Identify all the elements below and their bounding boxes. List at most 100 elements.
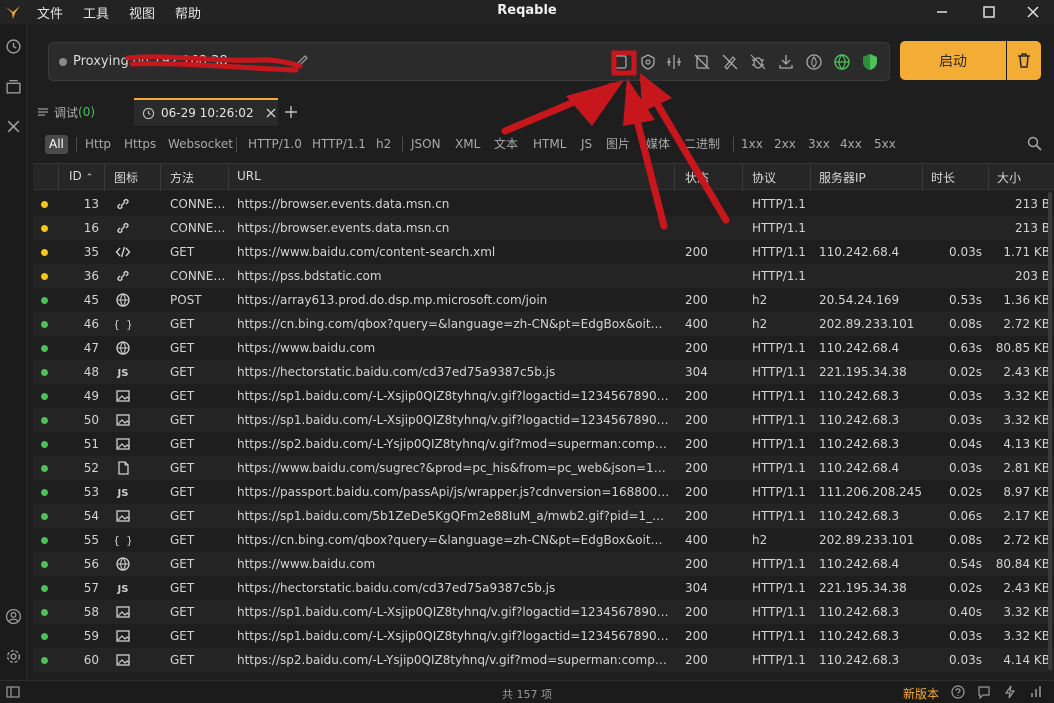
filter-5xx[interactable]: 5xx	[870, 135, 900, 154]
settings-icon[interactable]	[5, 648, 22, 665]
cell-duration: 0.06s	[949, 509, 982, 523]
table-row[interactable]: 49 GET https://sp1.baidu.com/-L-Xsjip0QIZ8…	[33, 384, 1054, 408]
filter-https[interactable]: Https	[120, 135, 160, 154]
filter-http[interactable]: Http	[81, 135, 115, 154]
table-row[interactable]: 48 JS GET https://hectorstatic.baidu.com/cd…	[33, 360, 1054, 384]
minimize-button[interactable]	[920, 2, 964, 22]
cell-status: 200	[685, 461, 708, 475]
filter-xml[interactable]: XML	[451, 135, 484, 154]
no-cache-icon[interactable]	[693, 53, 711, 71]
table-row[interactable]: 47 GET https://www.baidu.com 200 HTTP/1.1 110…	[33, 336, 1054, 360]
filter-json[interactable]: JSON	[407, 135, 445, 154]
tools-icon[interactable]	[5, 118, 22, 135]
column-icon[interactable]: 图标	[114, 169, 138, 186]
shield-icon[interactable]	[861, 53, 879, 71]
table-row[interactable]: 59 GET https://sp1.baidu.com/-L-Xsjip0QIZ8…	[33, 624, 1054, 648]
cell-method: GET	[170, 653, 195, 667]
tab-session[interactable]: 06-29 10:26:02	[134, 98, 278, 126]
lightning-icon[interactable]	[1003, 685, 1017, 699]
add-tab-button[interactable]	[285, 98, 297, 126]
search-icon[interactable]	[1027, 136, 1042, 151]
filter-2xx[interactable]: 2xx	[770, 135, 800, 154]
table-scrollbar[interactable]	[1048, 192, 1052, 670]
table-row[interactable]: 52 GET https://www.baidu.com/sugrec?&prod=…	[33, 456, 1054, 480]
feedback-icon[interactable]	[977, 685, 991, 699]
request-state-dot	[41, 441, 48, 448]
table-row[interactable]: 13 CONNECT https://browser.events.data.msn…	[33, 192, 1054, 216]
close-button[interactable]	[1011, 2, 1054, 22]
download-icon[interactable]	[777, 53, 795, 71]
tab-close-icon[interactable]	[266, 108, 276, 118]
table-row[interactable]: 56 GET https://www.baidu.com 200 HTTP/1.1 110…	[33, 552, 1054, 576]
filter-text[interactable]: 文本	[490, 135, 522, 154]
column-protocol[interactable]: 协议	[752, 169, 776, 186]
tab-debug-count: (0)	[78, 105, 96, 119]
cell-id: 16	[83, 221, 99, 235]
cell-duration: 0.08s	[949, 317, 982, 331]
column-server-ip[interactable]: 服务器IP	[819, 169, 866, 186]
table-row[interactable]: 46 { } GET https://cn.bing.com/qbox?query=&…	[33, 312, 1054, 336]
table-row[interactable]: 45 POST https://array613.prod.do.dsp.mp.mi…	[33, 288, 1054, 312]
cell-size: 2.72 KB	[1003, 317, 1050, 331]
filter-all[interactable]: All	[45, 135, 68, 154]
maximize-button[interactable]	[967, 2, 1011, 22]
table-row[interactable]: 58 GET https://sp1.baidu.com/-L-Xsjip0QIZ8…	[33, 600, 1054, 624]
tab-debug[interactable]: 调试 (0)	[36, 98, 95, 126]
capture-toggle-icon[interactable]	[611, 53, 629, 71]
account-icon[interactable]	[5, 608, 22, 625]
filter-js[interactable]: JS	[577, 135, 596, 154]
column-method[interactable]: 方法	[170, 169, 194, 186]
filter-binary[interactable]: 二进制	[680, 135, 724, 154]
table-row[interactable]: 16 CONNECT https://browser.events.data.msn…	[33, 216, 1054, 240]
cell-status: 304	[685, 581, 708, 595]
filter-image[interactable]: 图片	[602, 135, 634, 154]
rewrite-off-icon[interactable]	[721, 53, 739, 71]
cell-status: 400	[685, 317, 708, 331]
table-row[interactable]: 50 GET https://sp1.baidu.com/-L-Xsjip0QIZ8…	[33, 408, 1054, 432]
cell-status: 200	[685, 557, 708, 571]
network-icon[interactable]	[1029, 685, 1043, 699]
filter-websocket[interactable]: Websocket	[164, 135, 237, 154]
table-row[interactable]: 53 JS GET https://passport.baidu.com/passAp…	[33, 480, 1054, 504]
history-icon[interactable]	[5, 38, 22, 55]
table-row[interactable]: 54 GET https://sp1.baidu.com/5b1ZeDe5KgQFm…	[33, 504, 1054, 528]
breakpoint-icon[interactable]	[665, 53, 683, 71]
link-icon	[117, 222, 129, 234]
script-off-icon[interactable]	[749, 53, 767, 71]
cell-duration: 0.08s	[949, 533, 982, 547]
table-row[interactable]: 60 GET https://sp2.baidu.com/-L-Ysjip0QIZ8…	[33, 648, 1054, 672]
cell-server-ip: 221.195.34.38	[819, 581, 907, 595]
cell-server-ip: 110.242.68.4	[819, 557, 900, 571]
throttle-icon[interactable]	[805, 53, 823, 71]
ssl-icon[interactable]	[639, 53, 657, 71]
help-icon[interactable]	[951, 685, 965, 699]
column-url[interactable]: URL	[237, 169, 261, 183]
filter-3xx[interactable]: 3xx	[804, 135, 834, 154]
start-button[interactable]: 启动	[900, 41, 1006, 80]
filter-h2[interactable]: h2	[372, 135, 395, 154]
cell-size: 3.32 KB	[1003, 629, 1050, 643]
filter-http10[interactable]: HTTP/1.0	[244, 135, 306, 154]
filter-http11[interactable]: HTTP/1.1	[308, 135, 370, 154]
filter-html[interactable]: HTML	[529, 135, 570, 154]
filter-4xx[interactable]: 4xx	[836, 135, 866, 154]
table-row[interactable]: 51 GET https://sp2.baidu.com/-L-Ysjip0QIZ8…	[33, 432, 1054, 456]
new-version-link[interactable]: 新版本	[903, 685, 939, 702]
table-row[interactable]: 36 CONNECT https://pss.bdstatic.com HTTP/1.…	[33, 264, 1054, 288]
network-globe-icon[interactable]	[833, 53, 851, 71]
cell-status: 200	[685, 413, 708, 427]
archive-icon[interactable]	[5, 78, 22, 95]
table-row[interactable]: 35 GET https://www.baidu.com/content-searc…	[33, 240, 1054, 264]
filter-media[interactable]: 媒体	[642, 135, 674, 154]
clear-button[interactable]	[1007, 41, 1041, 80]
column-duration[interactable]: 时长	[931, 169, 955, 186]
column-id[interactable]: ID ⌃	[69, 169, 93, 183]
cell-id: 59	[83, 629, 99, 643]
table-row[interactable]: 57 JS GET https://hectorstatic.baidu.com/cd…	[33, 576, 1054, 600]
edit-icon[interactable]	[295, 54, 309, 68]
filter-1xx[interactable]: 1xx	[737, 135, 767, 154]
column-size[interactable]: 大小	[997, 169, 1021, 186]
table-row[interactable]: 55 { } GET https://cn.bing.com/qbox?query=&…	[33, 528, 1054, 552]
cell-status: 200	[685, 437, 708, 451]
column-status[interactable]: 状态	[685, 169, 709, 186]
